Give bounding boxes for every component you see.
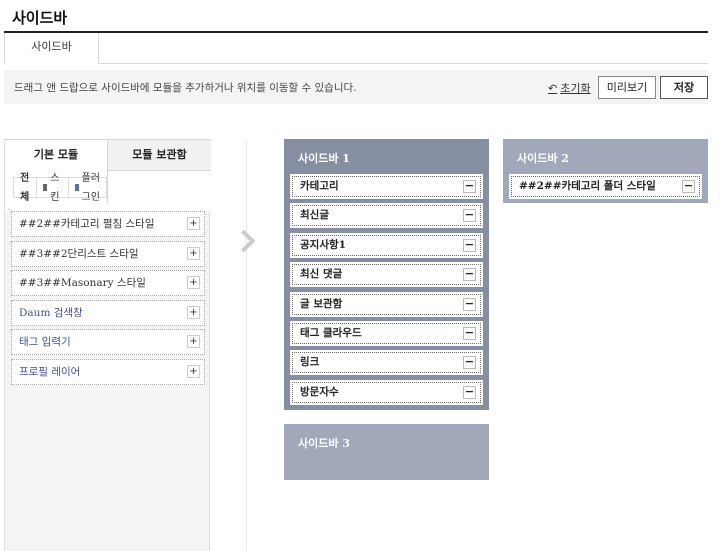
module-list: ##2##카테고리 펼침 스타일 + ##3##2단리스트 스타일 + ##3#… [11, 211, 205, 388]
remove-module-button[interactable]: − [463, 180, 476, 193]
reset-label: 초기화 [560, 82, 591, 95]
sidebar-module-label: 최신글 [300, 209, 329, 222]
sidebar-1-list: 카테고리 − 최신글 − 공지사항1 − 최신 댓글 − 글 보관함 − 태그 … [290, 174, 483, 409]
sidebar-3[interactable]: 사이드바 3 [284, 424, 489, 480]
info-bar: 드래그 앤 드랍으로 사이드바에 모듈을 추가하거나 위치를 이동할 수 있습니… [4, 70, 708, 104]
tab-strip: 사이드바 [4, 33, 708, 64]
add-module-button[interactable]: + [187, 217, 200, 230]
add-module-button[interactable]: + [187, 246, 200, 260]
tab-basic-modules[interactable]: 기본 모듈 [5, 139, 108, 171]
sidebar-module-label: 글 보관함 [300, 297, 343, 310]
sidebar-3-title: 사이드바 3 [298, 437, 350, 450]
add-module-button[interactable]: + [187, 276, 200, 289]
add-module-button[interactable]: + [187, 335, 200, 348]
module-item[interactable]: Daum 검색창 + [11, 299, 205, 326]
add-module-button[interactable]: + [187, 364, 200, 378]
sidebar-1[interactable]: 사이드바 1 카테고리 − 최신글 − 공지사항1 − 최신 댓글 − 글 보관… [284, 139, 489, 410]
sidebar-module-label: 방문자수 [300, 385, 339, 398]
preview-button[interactable]: 미리보기 [598, 76, 656, 99]
remove-module-button[interactable]: − [463, 238, 476, 252]
sidebar-module[interactable]: 최신글 − [290, 203, 483, 229]
sidebar-module[interactable]: 카테고리 − [290, 174, 483, 199]
sidebar-module-label: 링크 [300, 356, 320, 369]
reset-link[interactable]: ↶ 초기화 [548, 80, 591, 96]
chevron-right-icon [232, 229, 256, 253]
sidebar-module[interactable]: 공지사항1 − [290, 232, 483, 258]
filter-group: 전체 스킨 플러그인 [13, 173, 107, 203]
remove-module-button[interactable]: − [463, 385, 476, 399]
skin-square-icon [42, 184, 48, 191]
sidebar-2-title: 사이드바 2 [517, 152, 569, 165]
plugin-square-icon [75, 184, 79, 191]
remove-module-button[interactable]: − [463, 268, 476, 282]
page-title: 사이드바 [12, 9, 68, 27]
remove-module-button[interactable]: − [463, 297, 476, 311]
module-item[interactable]: 프로필 레이어 + [11, 358, 205, 385]
add-module-button[interactable]: + [187, 305, 200, 319]
module-panel: 기본 모듈 모듈 보관함 전체 스킨 플러그인 ##2##카테고리 펼침 스타일… [4, 139, 211, 551]
tab-module-storage[interactable]: 모듈 보관함 [108, 139, 211, 171]
sidebar-module[interactable]: ##2##카테고리 폴더 스타일 − [509, 174, 702, 199]
filter-row-spacer [108, 171, 211, 203]
sidebar-module-label: 카테고리 [300, 180, 339, 192]
module-item[interactable]: 태그 입력기 + [11, 329, 205, 355]
sidebar-module[interactable]: 태그 클라우드 − [290, 320, 483, 346]
sidebar-module[interactable]: 최신 댓글 − [290, 262, 483, 288]
module-item-label: Daum 검색창 [19, 306, 83, 319]
sidebar-2-list: ##2##카테고리 폴더 스타일 − [509, 174, 702, 203]
tab-sidebar[interactable]: 사이드바 [4, 33, 99, 64]
sidebar-module[interactable]: 링크 − [290, 350, 483, 376]
filter-all[interactable]: 전체 [14, 173, 37, 203]
sidebar-module-label: 공지사항1 [300, 238, 346, 251]
module-item-label: 태그 입력기 [19, 336, 71, 348]
panel-divider [246, 139, 247, 551]
module-item-label: ##2##카테고리 펼침 스타일 [19, 218, 155, 230]
filter-plugin[interactable]: 플러그인 [68, 173, 106, 203]
module-item-label: 프로필 레이어 [19, 365, 81, 378]
filter-skin-label: 스킨 [50, 172, 60, 203]
module-item-label: ##3##Masonary 스타일 [19, 277, 146, 289]
filter-plugin-label: 플러그인 [81, 172, 100, 203]
module-item[interactable]: ##3##2단리스트 스타일 + [11, 240, 205, 267]
remove-module-button[interactable]: − [463, 209, 476, 223]
module-item-label: ##3##2단리스트 스타일 [19, 247, 139, 260]
remove-module-button[interactable]: − [463, 356, 476, 370]
sidebar-1-title: 사이드바 1 [298, 152, 350, 165]
filter-skin[interactable]: 스킨 [37, 173, 68, 203]
module-item[interactable]: ##3##Masonary 스타일 + [11, 270, 205, 296]
sidebar-module-label: 최신 댓글 [300, 268, 343, 281]
save-button[interactable]: 저장 [660, 76, 708, 99]
sidebar-module[interactable]: 방문자수 − [290, 379, 483, 405]
module-item[interactable]: ##2##카테고리 펼침 스타일 + [11, 211, 205, 237]
filter-row: 전체 스킨 플러그인 [5, 171, 108, 203]
module-tabs: 기본 모듈 모듈 보관함 [5, 139, 211, 171]
undo-icon: ↶ [548, 81, 558, 95]
sidebar-module[interactable]: 글 보관함 − [290, 291, 483, 317]
remove-module-button[interactable]: − [463, 326, 476, 340]
sidebar-module-label: 태그 클라우드 [300, 326, 362, 339]
module-list-top-spacer [5, 203, 211, 211]
sidebar-module-label: ##2##카테고리 폴더 스타일 [519, 180, 656, 192]
sidebar-2[interactable]: 사이드바 2 ##2##카테고리 폴더 스타일 − [503, 139, 708, 203]
remove-module-button[interactable]: − [682, 180, 695, 193]
info-text: 드래그 앤 드랍으로 사이드바에 모듈을 추가하거나 위치를 이동할 수 있습니… [14, 82, 357, 94]
